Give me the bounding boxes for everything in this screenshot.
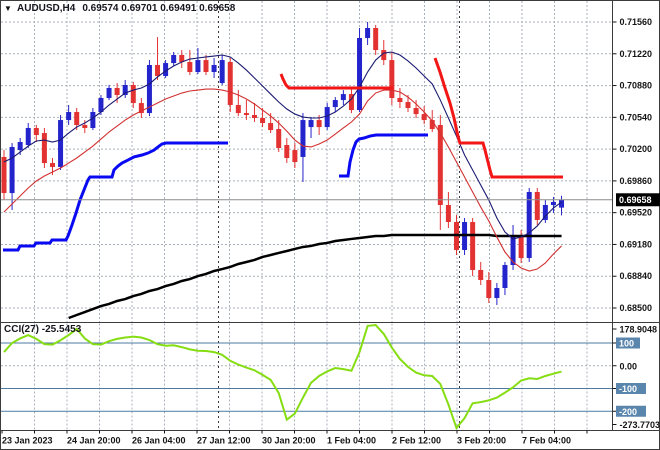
candle-bear[interactable] bbox=[445, 205, 451, 223]
candle-bull[interactable] bbox=[106, 87, 112, 98]
candle-bear[interactable] bbox=[74, 112, 80, 126]
cci-level-tag-text: -200 bbox=[619, 407, 637, 417]
candle-bull[interactable] bbox=[219, 60, 225, 84]
candle-bear[interactable] bbox=[187, 62, 193, 73]
candle-bear[interactable] bbox=[243, 113, 249, 116]
candle-bull[interactable] bbox=[9, 146, 15, 194]
candle-bull[interactable] bbox=[66, 112, 72, 121]
candle-bull[interactable] bbox=[171, 55, 177, 64]
price-tick-label: 0.69520 bbox=[620, 208, 653, 218]
time-tick-label: 3 Feb 20:00 bbox=[457, 436, 506, 446]
candle-bull[interactable] bbox=[211, 65, 217, 73]
candle-bull[interactable] bbox=[17, 142, 23, 151]
candle-bear[interactable] bbox=[284, 145, 290, 158]
candle-bull[interactable] bbox=[332, 100, 338, 108]
current-price-tag-text: 0.69658 bbox=[619, 195, 652, 205]
candle-bear[interactable] bbox=[49, 163, 55, 167]
price-tick-label: 0.69180 bbox=[620, 239, 653, 249]
time-tick-label: 26 Jan 04:00 bbox=[132, 436, 186, 446]
candle-bull[interactable] bbox=[25, 127, 31, 146]
candle-bear[interactable] bbox=[276, 129, 282, 148]
chart-title: AUDUSD,H4 0.69574 0.69701 0.69491 0.69658 bbox=[17, 3, 235, 14]
time-tick-label: 23 Jan 2023 bbox=[2, 436, 53, 446]
candle-bull[interactable] bbox=[90, 112, 96, 128]
price-tick-label: 0.68500 bbox=[620, 303, 653, 313]
cci-level-tag-text: 100 bbox=[619, 339, 634, 349]
price-tick-label: 0.70880 bbox=[620, 81, 653, 91]
candle-bear[interactable] bbox=[518, 235, 524, 258]
time-tick-label: 24 Jan 20:00 bbox=[67, 436, 121, 446]
cci-tick-label: -273.7703 bbox=[620, 420, 660, 430]
candle-bear[interactable] bbox=[421, 114, 427, 121]
ohlc-values: 0.69574 0.69701 0.69491 0.69658 bbox=[82, 3, 236, 14]
candle-bear[interactable] bbox=[114, 87, 120, 96]
cci-level-tag-text: -100 bbox=[619, 384, 637, 394]
collapse-arrow-icon[interactable]: ▼ bbox=[4, 4, 12, 14]
time-tick-label: 1 Feb 04:00 bbox=[327, 436, 376, 446]
candle-bull[interactable] bbox=[526, 192, 532, 258]
candle-bear[interactable] bbox=[478, 269, 484, 280]
indicator-label: CCI(27) -25.5453 bbox=[4, 324, 82, 335]
candle-bear[interactable] bbox=[470, 222, 476, 270]
time-tick-label: 30 Jan 20:00 bbox=[262, 436, 316, 446]
candle-bear[interactable] bbox=[534, 192, 540, 220]
candle-bear[interactable] bbox=[268, 123, 274, 131]
price-tick-label: 0.71220 bbox=[620, 49, 653, 59]
cci-tick-label: 178.9048 bbox=[620, 325, 658, 335]
candle-bull[interactable] bbox=[58, 120, 64, 167]
candle-bear[interactable] bbox=[1, 156, 7, 194]
price-tick-label: 0.70200 bbox=[620, 144, 653, 154]
candle-bear[interactable] bbox=[41, 133, 47, 164]
candle-bear[interactable] bbox=[227, 62, 233, 106]
candle-bull[interactable] bbox=[340, 94, 346, 101]
time-tick-label: 7 Feb 04:00 bbox=[522, 436, 571, 446]
candle-bear[interactable] bbox=[260, 117, 266, 124]
candle-bull[interactable] bbox=[357, 37, 363, 111]
candle-bull[interactable] bbox=[308, 120, 314, 128]
candle-bear[interactable] bbox=[251, 115, 257, 118]
price-tick-label: 0.69860 bbox=[620, 176, 653, 186]
candle-bear[interactable] bbox=[316, 120, 322, 128]
candle-bull[interactable] bbox=[365, 27, 371, 38]
candle-bear[interactable] bbox=[33, 127, 39, 136]
candle-bear[interactable] bbox=[413, 107, 419, 115]
candle-bull[interactable] bbox=[300, 120, 306, 157]
price-tick-label: 0.70540 bbox=[620, 112, 653, 122]
symbol-timeframe-label: AUDUSD,H4 bbox=[17, 3, 76, 14]
candle-bear[interactable] bbox=[130, 85, 136, 104]
candle-bull[interactable] bbox=[324, 107, 330, 128]
candle-bull[interactable] bbox=[550, 202, 556, 206]
candle-bear[interactable] bbox=[389, 60, 395, 98]
candle-bear[interactable] bbox=[203, 60, 209, 73]
candle-bear[interactable] bbox=[405, 102, 411, 108]
chart-canvas[interactable]: 0.71560 0.71220 0.70880 0.70540 0.70200 0.698… bbox=[0, 0, 660, 450]
time-tick-label: 2 Feb 12:00 bbox=[392, 436, 441, 446]
price-tick-label: 0.68840 bbox=[620, 271, 653, 281]
candle-bull[interactable] bbox=[494, 287, 500, 298]
candle-bear[interactable] bbox=[235, 105, 241, 114]
candle-bull[interactable] bbox=[195, 60, 201, 73]
candle-bear[interactable] bbox=[155, 65, 161, 77]
time-tick-label: 27 Jan 12:00 bbox=[197, 436, 251, 446]
candle-bear[interactable] bbox=[373, 27, 379, 51]
candle-bull[interactable] bbox=[502, 265, 508, 288]
candle-bear[interactable] bbox=[486, 279, 492, 298]
candle-bear[interactable] bbox=[397, 97, 403, 103]
cci-tick-label: 0.00 bbox=[620, 361, 638, 371]
candle-bear[interactable] bbox=[292, 150, 298, 163]
price-tick-label: 0.71560 bbox=[620, 17, 653, 27]
chart-window: 0.71560 0.71220 0.70880 0.70540 0.70200 0.698… bbox=[0, 0, 660, 450]
candle-bear[interactable] bbox=[82, 125, 88, 128]
